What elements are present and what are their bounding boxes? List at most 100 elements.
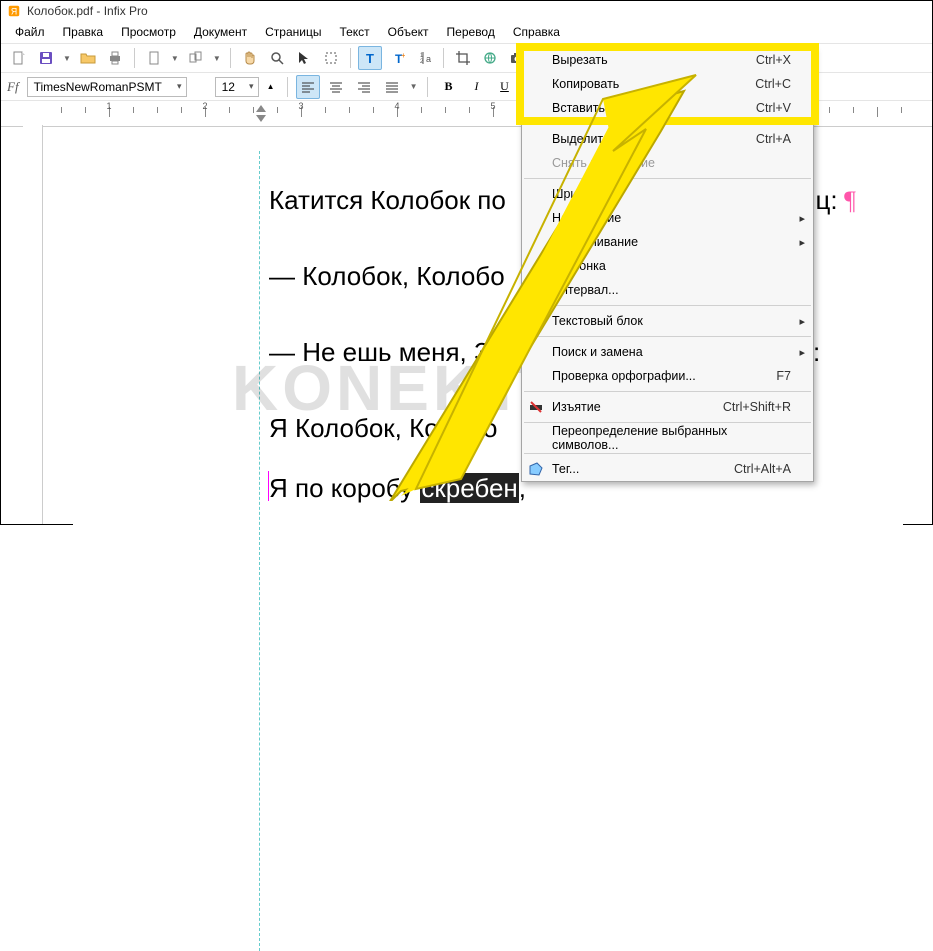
align-justify-button[interactable] xyxy=(380,75,404,99)
align-left-button[interactable] xyxy=(296,75,320,99)
select-tool[interactable] xyxy=(319,46,343,70)
save-button[interactable] xyxy=(34,46,58,70)
ctx-item-label: Переопределение выбранных символов... xyxy=(552,424,791,452)
page-button[interactable] xyxy=(142,46,166,70)
ctx-separator xyxy=(524,178,811,179)
ctx-item-label: Поиск и замена xyxy=(552,345,643,359)
doc-line-5[interactable]: Я по коробу скребен, xyxy=(269,473,526,504)
svg-text:T: T xyxy=(366,51,374,66)
pointer-tool[interactable] xyxy=(292,46,316,70)
align-right-icon xyxy=(356,79,372,95)
hand-tool[interactable] xyxy=(238,46,262,70)
font-size-up[interactable]: ▲ xyxy=(263,75,279,99)
ctx-separator xyxy=(524,391,811,392)
ctx-item[interactable]: Выравнивание▸ xyxy=(522,230,813,254)
doc-line-1[interactable]: Катится Колобок по xyxy=(269,185,506,216)
doc-line-3-tail[interactable]: : xyxy=(813,337,820,368)
crop-icon xyxy=(323,50,339,66)
context-menu: Вырезать Ctrl+X КопироватьCtrl+C Вставить Ct… xyxy=(521,47,814,482)
ctx-item-label: Выделить все xyxy=(552,132,633,146)
spacing-icon: 12a xyxy=(416,50,432,66)
align-right-button[interactable] xyxy=(352,75,376,99)
zoom-icon xyxy=(269,50,285,66)
ctx-shortcut: Ctrl+V xyxy=(756,101,791,115)
ctx-item[interactable]: КопироватьCtrl+C xyxy=(522,72,813,96)
text-icon: T xyxy=(362,50,378,66)
save-icon xyxy=(38,50,54,66)
submenu-arrow-icon: ▸ xyxy=(799,236,805,249)
menu-file[interactable]: Файл xyxy=(7,23,53,41)
margin-guide xyxy=(259,151,260,951)
ctx-item[interactable]: Выделить все Ctrl+A xyxy=(522,127,813,151)
ctx-item[interactable]: Переопределение выбранных символов... xyxy=(522,426,813,450)
text-caret xyxy=(268,471,269,501)
align-center-icon xyxy=(328,79,344,95)
ctx-separator xyxy=(524,453,811,454)
ctx-item[interactable]: Тег...Ctrl+Alt+A xyxy=(522,457,813,481)
crop2-tool[interactable] xyxy=(451,46,475,70)
text-selection: скребен xyxy=(420,473,518,503)
group-button[interactable] xyxy=(184,46,208,70)
zoom-tool[interactable] xyxy=(265,46,289,70)
doc-line-2[interactable]: — Колобок, Колобо xyxy=(269,261,505,292)
text-vertical-tool[interactable]: T+ xyxy=(385,46,409,70)
italic-button[interactable]: I xyxy=(464,75,488,99)
doc-line-4[interactable]: Я Колобок, Колобо xyxy=(269,413,497,444)
tag-icon xyxy=(528,461,544,477)
ctx-item[interactable]: Интервал... xyxy=(522,278,813,302)
group-dropdown-icon[interactable]: ▼ xyxy=(211,54,223,63)
ctx-item-label: Шрифты... xyxy=(552,187,613,201)
menu-object[interactable]: Объект xyxy=(380,23,437,41)
save-dropdown-icon[interactable]: ▼ xyxy=(61,54,73,63)
font-size-select[interactable]: 12 xyxy=(215,77,259,97)
menu-view[interactable]: Просмотр xyxy=(113,23,184,41)
ctx-item[interactable]: Подгонка xyxy=(522,254,813,278)
align-center-button[interactable] xyxy=(324,75,348,99)
open-button[interactable] xyxy=(76,46,100,70)
ctx-item[interactable]: Начертание▸ xyxy=(522,206,813,230)
menu-text[interactable]: Текст xyxy=(331,23,377,41)
app-logo-icon: Я xyxy=(7,4,21,18)
new-button[interactable] xyxy=(7,46,31,70)
menu-help[interactable]: Справка xyxy=(505,23,568,41)
text-plus-icon: T+ xyxy=(389,50,405,66)
ctx-item[interactable]: Вставить Ctrl+V xyxy=(522,96,813,120)
ctx-item[interactable]: Вырезать Ctrl+X xyxy=(522,48,813,72)
ctx-shortcut: Ctrl+X xyxy=(756,53,791,67)
ctx-shortcut: Ctrl+Shift+R xyxy=(723,400,791,414)
page-dropdown-icon[interactable]: ▼ xyxy=(169,54,181,63)
menu-document[interactable]: Документ xyxy=(186,23,255,41)
spacing-tool[interactable]: 12a xyxy=(412,46,436,70)
ctx-item: Снять выделение xyxy=(522,151,813,175)
ctx-item-label: Вырезать xyxy=(552,53,608,67)
ctx-item-label: Интервал... xyxy=(552,283,619,297)
ctx-item[interactable]: Проверка орфографии...F7 xyxy=(522,364,813,388)
underline-button[interactable]: U xyxy=(492,75,516,99)
align-dropdown-icon[interactable]: ▼ xyxy=(408,82,420,91)
align-justify-icon xyxy=(384,79,400,95)
ctx-item[interactable]: ИзъятиеCtrl+Shift+R xyxy=(522,395,813,419)
doc-line-3[interactable]: — Не ешь меня, Зая xyxy=(269,337,518,368)
ctx-item[interactable]: Шрифты... xyxy=(522,182,813,206)
menubar: Файл Правка Просмотр Документ Страницы Т… xyxy=(1,21,932,43)
vertical-ruler[interactable] xyxy=(23,125,43,524)
ctx-item-label: Текстовый блок xyxy=(552,314,643,328)
print-button[interactable] xyxy=(103,46,127,70)
text-tool[interactable]: T xyxy=(358,46,382,70)
menu-edit[interactable]: Правка xyxy=(55,23,112,41)
ctx-item-label: Вставить xyxy=(552,101,605,115)
pilcrow-icon: ¶ xyxy=(844,186,856,215)
bold-button[interactable]: B xyxy=(436,75,460,99)
ctx-item[interactable]: Текстовый блок▸ xyxy=(522,309,813,333)
titlebar: Я Колобок.pdf - Infix Pro xyxy=(1,1,932,21)
svg-text:+: + xyxy=(401,51,405,60)
link-tool[interactable] xyxy=(478,46,502,70)
menu-translate[interactable]: Перевод xyxy=(439,23,503,41)
font-name-select[interactable]: TimesNewRomanPSMT xyxy=(27,77,187,97)
ctx-shortcut: Ctrl+A xyxy=(756,132,791,146)
ctx-shortcut: F7 xyxy=(776,369,791,383)
ctx-item-label: Подгонка xyxy=(552,259,606,273)
menu-pages[interactable]: Страницы xyxy=(257,23,329,41)
ctx-item[interactable]: Поиск и замена▸ xyxy=(522,340,813,364)
ctx-separator xyxy=(524,336,811,337)
